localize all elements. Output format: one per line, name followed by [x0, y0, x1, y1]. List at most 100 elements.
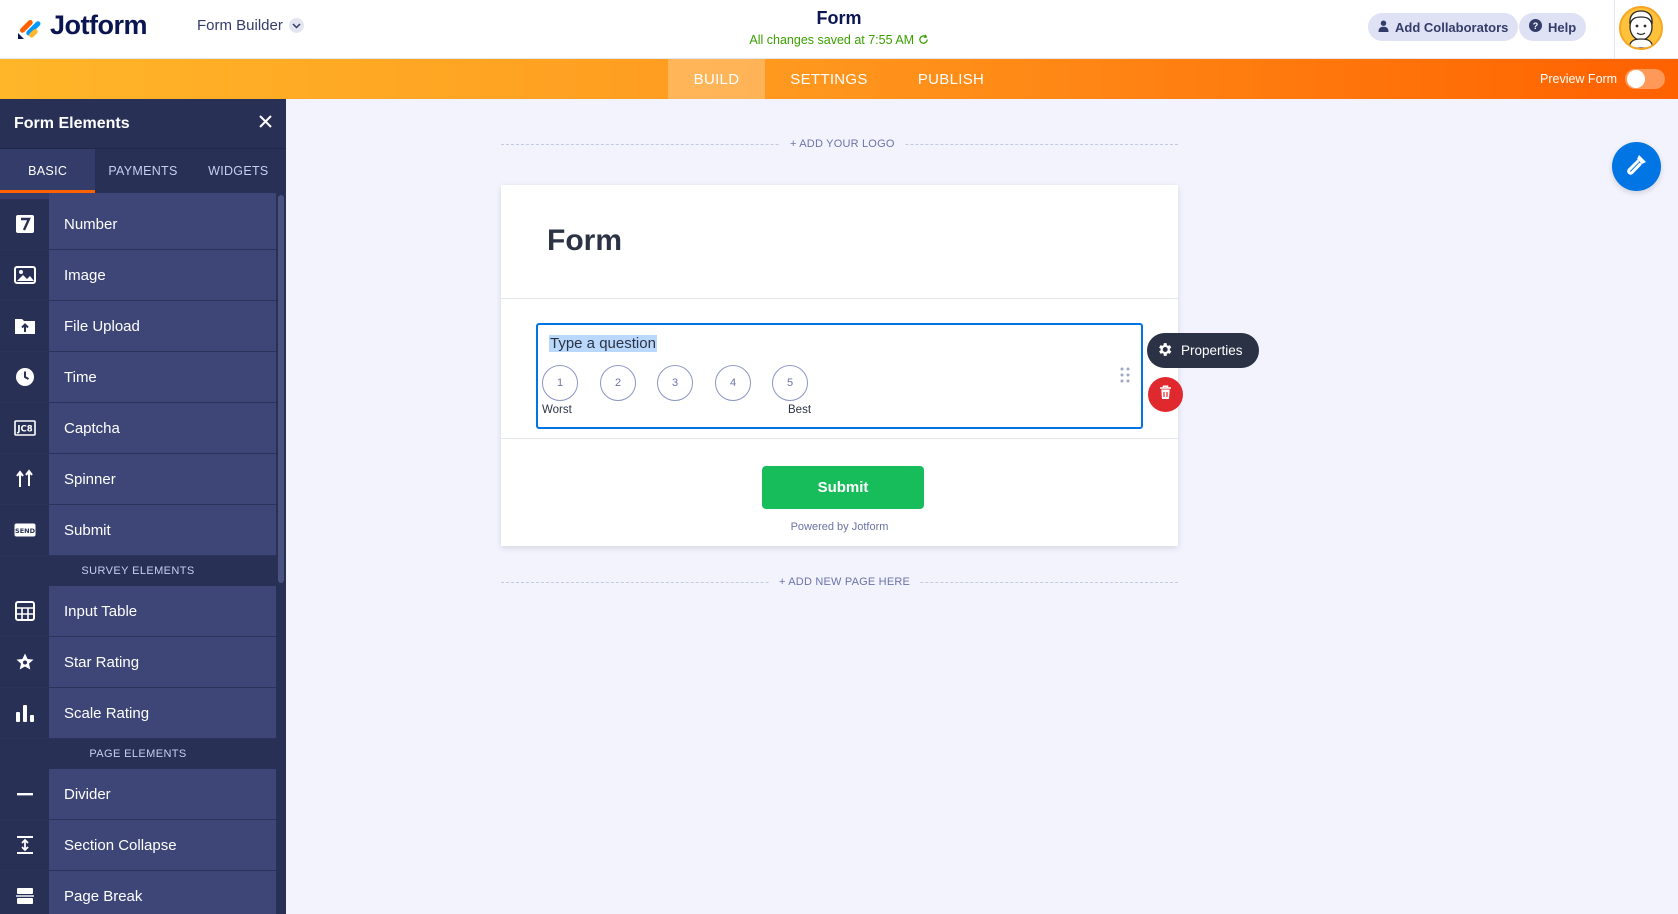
- tab-settings[interactable]: SETTINGS: [772, 59, 886, 99]
- element-submit[interactable]: SEND Submit: [0, 505, 276, 556]
- chevron-down-icon: [288, 18, 304, 33]
- element-label: File Upload: [49, 301, 276, 351]
- panel-header: Form Elements: [0, 99, 286, 148]
- form-elements-panel: Form Elements BASIC PAYMENTS WIDGETS Num…: [0, 99, 286, 914]
- top-header: Jotform Form Builder Form All changes sa…: [0, 0, 1678, 59]
- section-header-page: PAGE ELEMENTS: [0, 739, 276, 769]
- gear-icon: [1156, 341, 1173, 361]
- section-header-survey: SURVEY ELEMENTS: [0, 556, 276, 586]
- preview-form-toggle[interactable]: [1625, 69, 1666, 89]
- submit-button[interactable]: Submit: [762, 466, 924, 509]
- element-divider[interactable]: Divider: [0, 769, 276, 820]
- trash-icon: [1159, 385, 1172, 405]
- tab-widgets[interactable]: WIDGETS: [191, 149, 286, 193]
- scale-high-label: Best: [788, 404, 812, 416]
- scale-rating-question[interactable]: Type a question 1 2 3 4 5 Worst Best: [536, 323, 1143, 429]
- number-seven-icon: [0, 199, 49, 249]
- element-number[interactable]: Number: [0, 199, 276, 250]
- add-logo-link[interactable]: + ADD YOUR LOGO: [780, 138, 905, 150]
- heading-separator: [501, 298, 1178, 299]
- folder-upload-icon: [0, 301, 49, 351]
- element-file-upload[interactable]: File Upload: [0, 301, 276, 352]
- element-label: Star Rating: [49, 637, 276, 687]
- spinner-arrows-icon: [0, 454, 49, 504]
- jotform-logo[interactable]: Jotform: [16, 10, 148, 41]
- image-icon: [0, 250, 49, 300]
- tab-publish[interactable]: PUBLISH: [900, 59, 1002, 99]
- clock-icon: [0, 352, 49, 402]
- close-icon[interactable]: [259, 114, 272, 133]
- element-label: Submit: [49, 505, 276, 555]
- scrollbar-thumb[interactable]: [278, 195, 284, 583]
- tab-basic[interactable]: BASIC: [0, 149, 96, 193]
- powered-by-text: Powered by Jotform: [790, 521, 889, 533]
- divider-icon: [0, 769, 49, 819]
- scale-option-3[interactable]: 3: [657, 365, 693, 401]
- question-label[interactable]: Type a question: [549, 335, 657, 352]
- properties-button[interactable]: Properties: [1147, 333, 1259, 368]
- element-label: Page Break: [49, 871, 276, 914]
- page-break-icon: [0, 871, 49, 914]
- refresh-icon: [918, 33, 929, 47]
- drag-handle-icon[interactable]: [1120, 367, 1130, 383]
- jotform-logo-icon: [16, 12, 44, 40]
- add-collaborators-label: Add Collaborators: [1395, 19, 1509, 35]
- element-input-table[interactable]: Input Table: [0, 586, 276, 637]
- tab-build[interactable]: BUILD: [668, 59, 765, 99]
- panel-tabs: BASIC PAYMENTS WIDGETS: [0, 148, 286, 193]
- add-collaborators-button[interactable]: Add Collaborators: [1368, 13, 1519, 41]
- element-spinner[interactable]: Spinner: [0, 454, 276, 505]
- element-label: Image: [49, 250, 276, 300]
- element-label: Time: [49, 352, 276, 402]
- properties-label: Properties: [1181, 343, 1243, 358]
- delete-button[interactable]: [1148, 377, 1183, 412]
- help-label: Help: [1548, 19, 1577, 35]
- element-label: Scale Rating: [49, 688, 276, 738]
- user-avatar[interactable]: [1619, 6, 1663, 50]
- header-divider: [1614, 0, 1615, 59]
- question-separator: [501, 438, 1178, 439]
- tab-payments[interactable]: PAYMENTS: [95, 149, 190, 193]
- element-star-rating[interactable]: Star Rating: [0, 637, 276, 688]
- section-collapse-icon: [0, 820, 49, 870]
- element-time[interactable]: Time: [0, 352, 276, 403]
- star-icon: [0, 637, 49, 687]
- element-page-break[interactable]: Page Break: [0, 871, 276, 914]
- brand-name: Jotform: [50, 10, 148, 40]
- send-icon: SEND: [0, 505, 49, 555]
- save-status-text: All changes saved at 7:55 AM: [749, 33, 915, 47]
- scale-option-2[interactable]: 2: [600, 365, 636, 401]
- element-label: Input Table: [49, 586, 276, 636]
- form-designer-button[interactable]: [1612, 142, 1661, 191]
- svg-text:SEND: SEND: [15, 527, 36, 535]
- form-card: Form Type a question 1 2 3 4 5 Worst Bes…: [501, 185, 1178, 546]
- element-label: Number: [49, 199, 276, 249]
- scale-option-1[interactable]: 1: [542, 365, 578, 401]
- element-scale-rating[interactable]: Scale Rating: [0, 688, 276, 739]
- elements-list: Number Image File Upload Time JC8 Captch…: [0, 193, 276, 914]
- form-builder-label: Form Builder: [197, 17, 283, 34]
- svg-text:?: ?: [1533, 21, 1539, 31]
- preview-form-label: Preview Form: [1540, 72, 1618, 86]
- scale-option-4[interactable]: 4: [715, 365, 751, 401]
- svg-text:JC8: JC8: [16, 425, 32, 435]
- preview-form-control: Preview Form: [1540, 59, 1666, 99]
- scale-low-label: Worst: [542, 404, 572, 416]
- element-captcha[interactable]: JC8 Captcha: [0, 403, 276, 454]
- paint-roller-icon: [1625, 152, 1649, 181]
- element-label: Section Collapse: [49, 820, 276, 870]
- panel-title: Form Elements: [14, 114, 130, 132]
- main-nav: BUILD SETTINGS PUBLISH Preview Form: [0, 59, 1678, 99]
- element-label: Captcha: [49, 403, 276, 453]
- form-heading[interactable]: Form: [547, 224, 622, 258]
- help-button[interactable]: ? Help: [1519, 13, 1587, 41]
- element-label: Spinner: [49, 454, 276, 504]
- form-builder-dropdown[interactable]: Form Builder: [197, 17, 304, 34]
- element-section-collapse[interactable]: Section Collapse: [0, 820, 276, 871]
- bar-chart-icon: [0, 688, 49, 738]
- table-icon: [0, 586, 49, 636]
- scale-option-5[interactable]: 5: [772, 365, 808, 401]
- element-image[interactable]: Image: [0, 250, 276, 301]
- panel-scrollbar[interactable]: [276, 193, 286, 914]
- add-new-page-link[interactable]: + ADD NEW PAGE HERE: [769, 576, 921, 588]
